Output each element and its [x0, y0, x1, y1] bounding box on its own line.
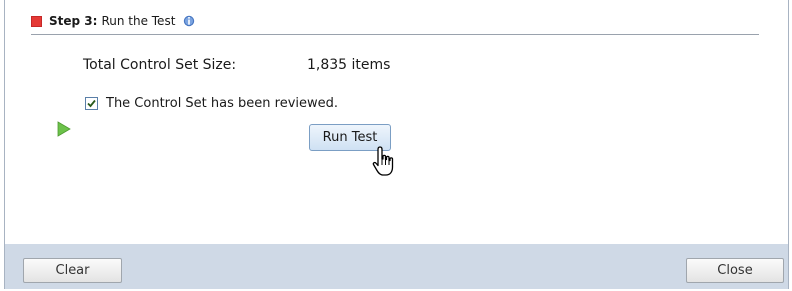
- control-set-size-row: Total Control Set Size: 1,835 items: [83, 57, 390, 73]
- hand-pointer-icon: [372, 146, 394, 176]
- info-icon[interactable]: [183, 15, 195, 27]
- reviewed-checkbox-row[interactable]: The Control Set has been reviewed.: [85, 96, 338, 111]
- header-divider: [31, 34, 759, 35]
- dialog-footer: Clear Close: [5, 244, 788, 289]
- step-header: Step 3: Run the Test: [31, 12, 195, 30]
- clear-button[interactable]: Clear: [23, 258, 122, 283]
- play-icon: [57, 121, 71, 137]
- step-status-icon: [31, 15, 42, 27]
- close-button[interactable]: Close: [686, 258, 784, 283]
- checkmark-icon: [87, 99, 96, 108]
- reviewed-label: The Control Set has been reviewed.: [106, 96, 339, 111]
- step-number: Step 3:: [49, 14, 98, 28]
- dialog-panel: Step 3: Run the Test Total Control Set S…: [4, 0, 789, 289]
- control-set-size-value: 1,835 items: [307, 57, 391, 73]
- reviewed-checkbox[interactable]: [85, 97, 98, 110]
- control-set-size-label: Total Control Set Size:: [83, 57, 237, 73]
- step-title: Run the Test: [101, 14, 176, 28]
